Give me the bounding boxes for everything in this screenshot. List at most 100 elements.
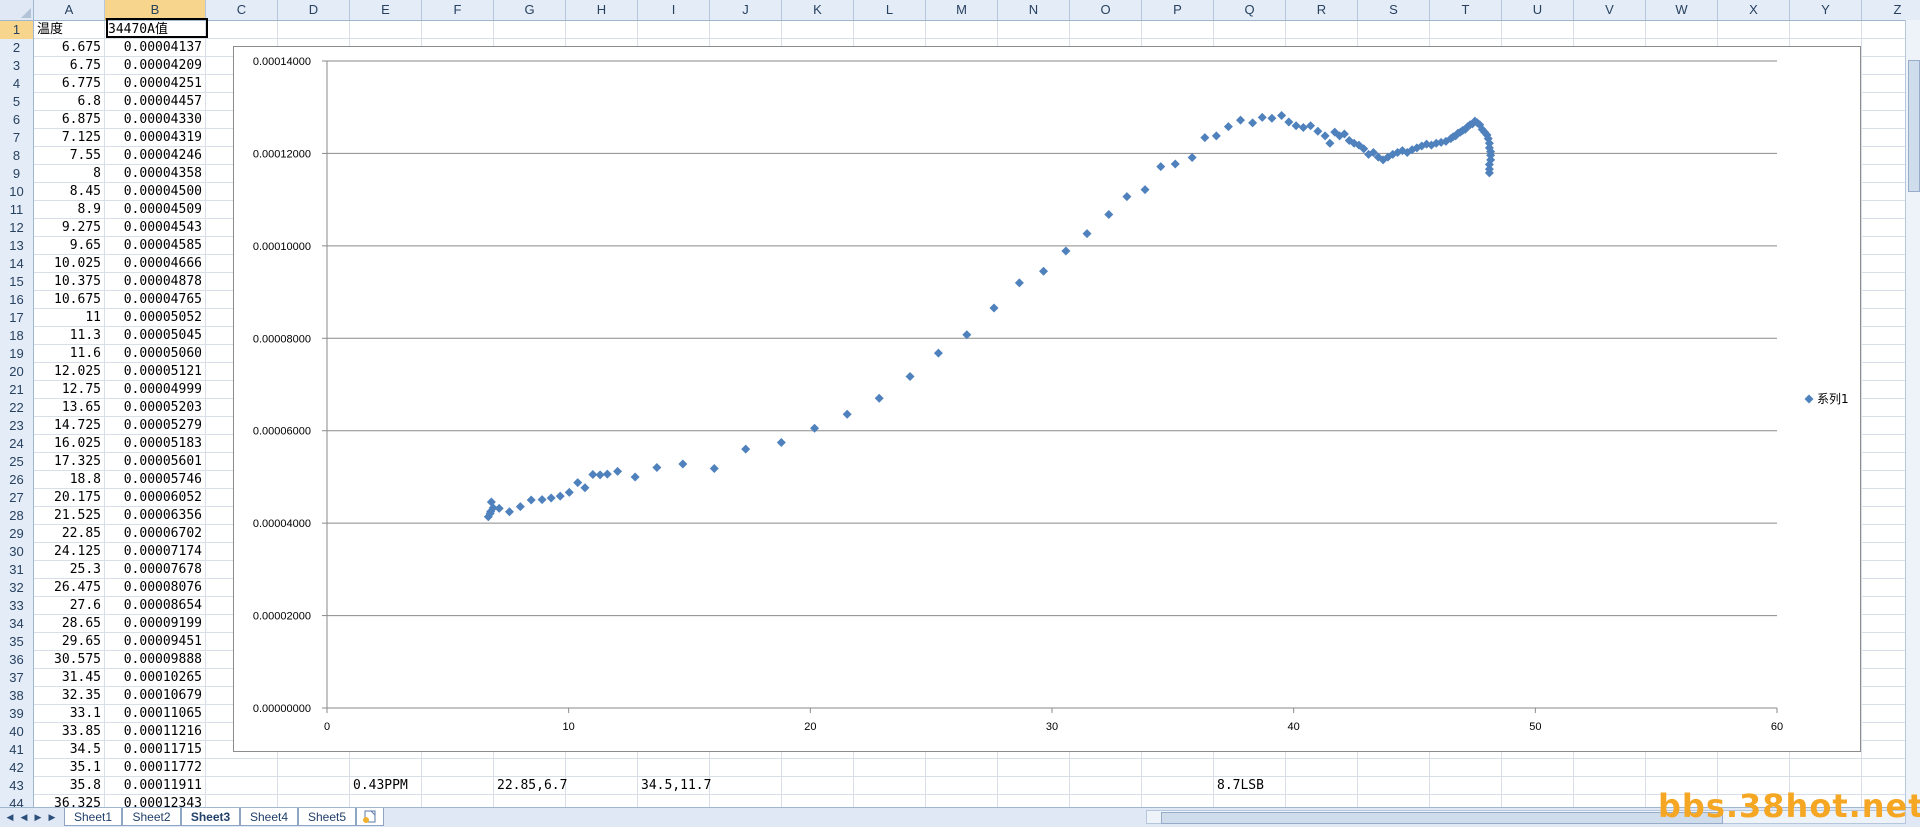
- row-header[interactable]: 36: [0, 651, 34, 669]
- cell-b[interactable]: 0.00004251: [105, 75, 206, 93]
- row-header[interactable]: 24: [0, 435, 34, 453]
- row-header[interactable]: 22: [0, 399, 34, 417]
- cell-a[interactable]: 34.5: [34, 741, 105, 759]
- row-header[interactable]: 2: [0, 39, 34, 57]
- cell-a[interactable]: 7.55: [34, 147, 105, 165]
- row-header[interactable]: 11: [0, 201, 34, 219]
- cell-a[interactable]: 温度: [34, 21, 105, 39]
- row-header[interactable]: 25: [0, 453, 34, 471]
- cell-a[interactable]: 18.8: [34, 471, 105, 489]
- cell-g43[interactable]: 22.85,6.7: [494, 777, 638, 795]
- sheet-tab-sheet2[interactable]: Sheet2: [122, 808, 181, 826]
- cell-b[interactable]: 0.00004330: [105, 111, 206, 129]
- column-header-j[interactable]: J: [710, 0, 782, 20]
- cell-a[interactable]: 10.375: [34, 273, 105, 291]
- cell-a[interactable]: 6.675: [34, 39, 105, 57]
- cell-a[interactable]: 20.175: [34, 489, 105, 507]
- cell-b[interactable]: 0.00012343: [105, 795, 206, 807]
- column-header-t[interactable]: T: [1430, 0, 1502, 20]
- column-header-b[interactable]: B: [105, 0, 206, 20]
- column-header-s[interactable]: S: [1358, 0, 1430, 20]
- cell-b[interactable]: 0.00005746: [105, 471, 206, 489]
- sheet-tab-sheet1[interactable]: Sheet1: [64, 808, 122, 826]
- cell-b[interactable]: 0.00004585: [105, 237, 206, 255]
- cell-a[interactable]: 35.1: [34, 759, 105, 777]
- row-header[interactable]: 37: [0, 669, 34, 687]
- row-header[interactable]: 35: [0, 633, 34, 651]
- cell-a[interactable]: 17.325: [34, 453, 105, 471]
- row-header[interactable]: 10: [0, 183, 34, 201]
- column-header-x[interactable]: X: [1718, 0, 1790, 20]
- row-header[interactable]: 12: [0, 219, 34, 237]
- cell-a[interactable]: 12.75: [34, 381, 105, 399]
- row-header[interactable]: 27: [0, 489, 34, 507]
- row-header[interactable]: 4: [0, 75, 34, 93]
- row-header[interactable]: 21: [0, 381, 34, 399]
- cell-a[interactable]: 26.475: [34, 579, 105, 597]
- cell-a[interactable]: 24.125: [34, 543, 105, 561]
- row-header[interactable]: 7: [0, 129, 34, 147]
- cell-a[interactable]: 9.275: [34, 219, 105, 237]
- cell-a[interactable]: 25.3: [34, 561, 105, 579]
- cell-a[interactable]: 11.3: [34, 327, 105, 345]
- row-header[interactable]: 14: [0, 255, 34, 273]
- column-header-n[interactable]: N: [998, 0, 1070, 20]
- row-header[interactable]: 17: [0, 309, 34, 327]
- cell-a[interactable]: 11.6: [34, 345, 105, 363]
- cell-a[interactable]: 33.1: [34, 705, 105, 723]
- cell-b[interactable]: 0.00008076: [105, 579, 206, 597]
- cell-i43[interactable]: 34.5,11.7: [638, 777, 782, 795]
- row-header[interactable]: 19: [0, 345, 34, 363]
- cell-a[interactable]: 8: [34, 165, 105, 183]
- column-header-m[interactable]: M: [926, 0, 998, 20]
- cell-b[interactable]: 0.00005601: [105, 453, 206, 471]
- cell-a[interactable]: 35.8: [34, 777, 105, 795]
- cell-a[interactable]: 10.675: [34, 291, 105, 309]
- cell-b[interactable]: 0.00007678: [105, 561, 206, 579]
- row-header[interactable]: 33: [0, 597, 34, 615]
- cell-b[interactable]: 0.00008654: [105, 597, 206, 615]
- column-header-i[interactable]: I: [638, 0, 710, 20]
- cell-a[interactable]: 27.6: [34, 597, 105, 615]
- cell-b[interactable]: 0.00011216: [105, 723, 206, 741]
- cell-a[interactable]: 12.025: [34, 363, 105, 381]
- cell-a[interactable]: 7.125: [34, 129, 105, 147]
- cell-b[interactable]: 0.00004878: [105, 273, 206, 291]
- row-header[interactable]: 41: [0, 741, 34, 759]
- column-header-c[interactable]: C: [206, 0, 278, 20]
- cell-a[interactable]: 10.025: [34, 255, 105, 273]
- column-header-e[interactable]: E: [350, 0, 422, 20]
- column-header-f[interactable]: F: [422, 0, 494, 20]
- row-header[interactable]: 8: [0, 147, 34, 165]
- cell-a[interactable]: 16.025: [34, 435, 105, 453]
- cell-b[interactable]: 0.00009199: [105, 615, 206, 633]
- row-header[interactable]: 39: [0, 705, 34, 723]
- row-header[interactable]: 6: [0, 111, 34, 129]
- row-header[interactable]: 3: [0, 57, 34, 75]
- cell-b[interactable]: 0.00007174: [105, 543, 206, 561]
- row-header[interactable]: 15: [0, 273, 34, 291]
- sheet-tab-sheet5[interactable]: Sheet5: [298, 808, 356, 826]
- row-header[interactable]: 18: [0, 327, 34, 345]
- cell-b[interactable]: 0.00005045: [105, 327, 206, 345]
- cell-b[interactable]: 0.00010679: [105, 687, 206, 705]
- sheet-tab-sheet4[interactable]: Sheet4: [240, 808, 298, 826]
- cell-b[interactable]: 0.00004509: [105, 201, 206, 219]
- column-header-q[interactable]: Q: [1214, 0, 1286, 20]
- cell-b[interactable]: 0.00004765: [105, 291, 206, 309]
- cell-a[interactable]: 11: [34, 309, 105, 327]
- row-header[interactable]: 43: [0, 777, 34, 795]
- column-header-u[interactable]: U: [1502, 0, 1574, 20]
- cell-b[interactable]: 0.00004666: [105, 255, 206, 273]
- cell-b[interactable]: 0.00011911: [105, 777, 206, 795]
- cell-b[interactable]: 0.00009888: [105, 651, 206, 669]
- row-header[interactable]: 1: [0, 21, 34, 39]
- cell-a[interactable]: 22.85: [34, 525, 105, 543]
- insert-sheet-icon[interactable]: [356, 808, 384, 826]
- row-header[interactable]: 42: [0, 759, 34, 777]
- column-header-k[interactable]: K: [782, 0, 854, 20]
- cell-b[interactable]: 0.00004999: [105, 381, 206, 399]
- cell-b[interactable]: 0.00005203: [105, 399, 206, 417]
- column-header-h[interactable]: H: [566, 0, 638, 20]
- row-header[interactable]: 34: [0, 615, 34, 633]
